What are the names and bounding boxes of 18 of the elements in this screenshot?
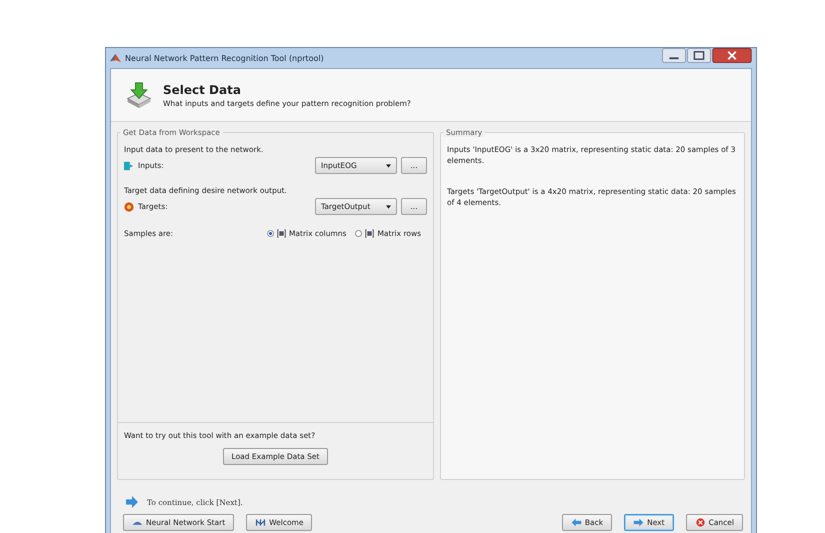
radio-button[interactable] [266, 230, 274, 237]
cancel-icon [694, 518, 706, 527]
minimize-button[interactable] [662, 48, 686, 63]
input-icon [124, 160, 134, 170]
download-tray-icon [125, 81, 153, 109]
close-button[interactable] [712, 48, 752, 63]
page-title: Select Data [163, 82, 242, 96]
target-icon [124, 202, 134, 212]
next-arrow-icon [633, 518, 644, 527]
caret-icon [386, 204, 391, 208]
matrix-icon [276, 229, 286, 238]
arrow-icon [125, 496, 139, 508]
radio-button[interactable] [355, 230, 362, 237]
caret-icon [386, 164, 391, 168]
window-title: Neural Network Pattern Recognition Tool (nprtool) [125, 54, 324, 62]
back-arrow-icon [570, 518, 582, 527]
matrix-icon [365, 229, 374, 238]
maximize-button[interactable] [687, 48, 711, 63]
